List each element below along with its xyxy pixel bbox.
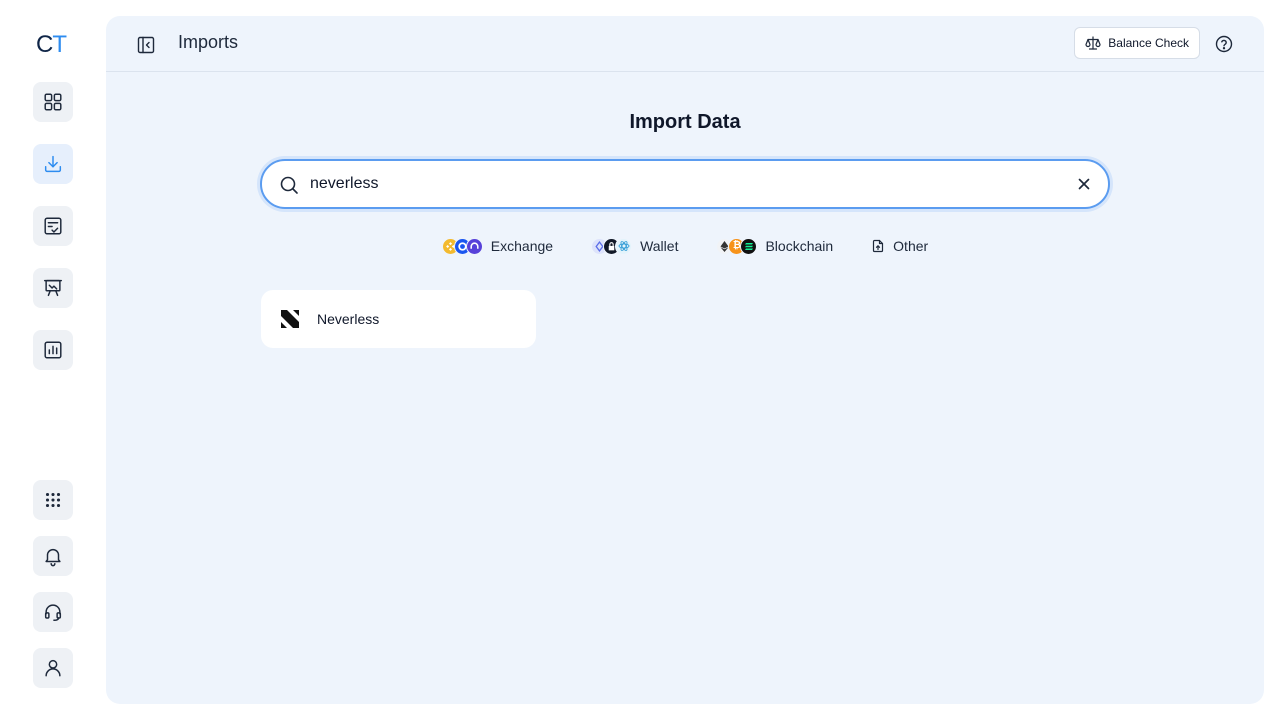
sidebar-item-reports[interactable] — [33, 330, 73, 370]
search-input[interactable] — [310, 171, 1050, 197]
app-logo[interactable]: CT — [36, 31, 67, 59]
sidebar-item-support[interactable] — [33, 592, 73, 632]
filter-label: Wallet — [640, 238, 679, 254]
sidebar-item-imports[interactable] — [33, 144, 73, 184]
wallet-logos — [591, 237, 633, 255]
filter-label: Other — [893, 238, 929, 254]
solana-icon — [740, 237, 758, 255]
header: Imports Balance Check — [106, 16, 1264, 72]
category-filters: Exchange Wallet ₿ Blockchain Other — [106, 232, 1264, 260]
filter-label: Exchange — [490, 238, 554, 254]
kraken-icon — [465, 237, 483, 255]
sidebar-collapse-icon[interactable] — [136, 35, 156, 55]
checklist-icon — [44, 217, 62, 235]
help-icon[interactable] — [1214, 34, 1234, 54]
headset-icon — [44, 604, 62, 621]
filter-blockchain[interactable]: ₿ Blockchain — [706, 232, 843, 260]
sidebar-item-notifications[interactable] — [33, 536, 73, 576]
filter-label: Blockchain — [765, 238, 834, 254]
search-icon — [280, 176, 298, 194]
balance-check-label: Balance Check — [1108, 36, 1189, 50]
result-label: Neverless — [317, 311, 380, 327]
sidebar: CT — [0, 0, 106, 720]
search-box — [260, 159, 1110, 209]
download-icon — [44, 155, 62, 173]
balance-check-button[interactable]: Balance Check — [1074, 27, 1200, 59]
bell-icon — [45, 548, 61, 567]
neverless-logo-icon — [281, 310, 299, 328]
filter-exchange[interactable]: Exchange — [432, 232, 563, 260]
filter-wallet[interactable]: Wallet — [581, 232, 688, 260]
apps-grid-icon — [45, 492, 61, 508]
import-data-heading: Import Data — [629, 111, 741, 133]
report-chart-icon — [44, 341, 62, 359]
sidebar-item-profile[interactable] — [33, 648, 73, 688]
sidebar-item-apps[interactable] — [33, 480, 73, 520]
user-icon — [45, 659, 61, 677]
page-title: Imports — [178, 32, 239, 52]
file-upload-icon — [873, 239, 884, 253]
blockchain-logos: ₿ — [716, 237, 758, 255]
sidebar-item-presentation[interactable] — [33, 268, 73, 308]
presentation-icon — [44, 279, 62, 297]
filter-other[interactable]: Other — [861, 232, 938, 260]
scale-icon — [1085, 36, 1101, 50]
main-panel: Imports Balance Check Import Data Exchan… — [106, 16, 1264, 704]
atom-wallet-icon — [615, 237, 633, 255]
sidebar-item-dashboard[interactable] — [33, 82, 73, 122]
result-item-neverless[interactable]: Neverless — [261, 290, 536, 348]
dashboard-grid-icon — [44, 93, 62, 111]
clear-search-icon[interactable] — [1076, 176, 1092, 192]
sidebar-item-tasks[interactable] — [33, 206, 73, 246]
exchange-logos — [441, 237, 483, 255]
